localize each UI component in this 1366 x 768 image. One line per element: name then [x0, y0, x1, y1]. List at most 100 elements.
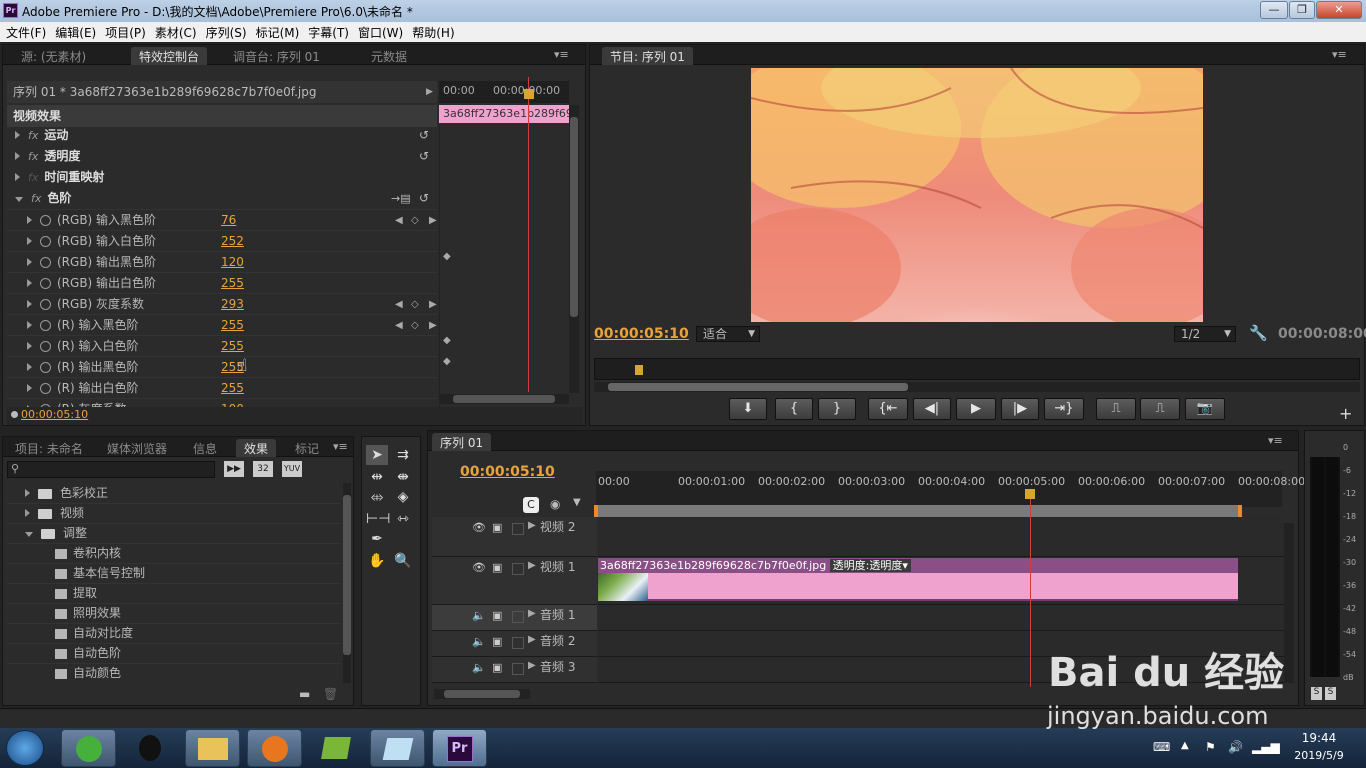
effect-param-row[interactable]: (R) 灰度系数100 [7, 398, 437, 407]
param-value[interactable]: 100 [221, 399, 244, 407]
ec-timeline-ruler[interactable]: 00:00 00:00:00:00 [439, 81, 569, 103]
zoom-tool-icon[interactable]: 🔍 [392, 551, 414, 571]
tray-network-icon[interactable]: ▂▄▆ [1252, 740, 1280, 754]
32bit-filter-button[interactable]: 32 [253, 461, 273, 477]
eye-icon[interactable]: 👁 [472, 521, 486, 534]
stopwatch-icon[interactable] [40, 236, 51, 247]
effects-search-input[interactable]: ⚲ [7, 461, 215, 478]
tray-date[interactable]: 2019/5/9 [1284, 749, 1354, 762]
reset-icon[interactable]: ↺ [419, 146, 429, 167]
fit-dropdown[interactable]: 适合 ▼ [696, 326, 760, 342]
program-timecode[interactable]: 00:00:05:10 [594, 326, 689, 342]
export-frame-button[interactable]: 📷 [1185, 398, 1225, 420]
accelerated-effects-icon[interactable]: ▶▶ [224, 461, 244, 477]
ec-scrollbar[interactable] [569, 105, 579, 393]
tab-info[interactable]: 信息 [185, 439, 225, 457]
minimize-button[interactable]: — [1260, 1, 1288, 19]
stopwatch-icon[interactable] [40, 215, 51, 226]
effects-folder[interactable]: 调整 [7, 523, 341, 544]
stopwatch-icon[interactable] [40, 341, 51, 352]
track-expand-icon[interactable]: ▶ [528, 560, 536, 571]
ec-playhead-handle[interactable] [524, 89, 534, 99]
stopwatch-icon[interactable] [40, 320, 51, 331]
track-toggle[interactable] [512, 523, 524, 535]
snap-icon[interactable]: C [523, 497, 539, 513]
effect-opacity[interactable]: fx 透明度 ↺ [7, 146, 437, 167]
taskbar-app-icon[interactable] [370, 729, 425, 767]
track-select-tool-icon[interactable]: ⇉ [392, 445, 414, 465]
slide-tool-icon[interactable]: ⇿ [392, 509, 414, 529]
step-forward-button[interactable]: |▶ [1001, 398, 1039, 420]
panel-menu-icon[interactable]: ▾≡ [1332, 48, 1347, 61]
track-lock-icon[interactable]: ▣ [492, 635, 502, 648]
timeline-h-scrollbar[interactable] [434, 689, 530, 699]
work-area-start-handle[interactable] [594, 505, 598, 517]
menu-help[interactable]: 帮助(H) [406, 22, 454, 41]
ec-clip-bar[interactable]: 3a68ff27363e1b289f6962 [439, 105, 569, 123]
video1-clip-header[interactable]: 3a68ff27363e1b289f69628c7b7f0e0f.jpg 透明度… [598, 558, 1238, 573]
razor-tool-icon[interactable]: ◈ [392, 487, 414, 507]
track-toggle[interactable] [512, 563, 524, 575]
hand-tool-icon[interactable]: ✋ [366, 551, 388, 571]
taskbar-folder-icon[interactable] [185, 729, 240, 767]
tab-program[interactable]: 节目: 序列 01 [602, 47, 693, 65]
go-to-in-button[interactable]: {⇤ [868, 398, 908, 420]
tray-clock[interactable]: 19:44 [1296, 731, 1342, 745]
mark-in-button[interactable]: { [775, 398, 813, 420]
rolling-edit-tool-icon[interactable]: ⇼ [392, 467, 414, 487]
param-value[interactable]: 293 [221, 294, 244, 315]
menu-project[interactable]: 项目(P) [99, 22, 146, 41]
settings-dialog-icon[interactable]: →▤ [391, 188, 411, 209]
yuv-filter-button[interactable]: YUV [282, 461, 302, 477]
track-expand-icon[interactable]: ▶ [528, 660, 536, 671]
panel-menu-icon[interactable]: ▾≡ [333, 440, 348, 453]
speaker-icon[interactable]: 🔈 [472, 609, 486, 622]
program-time-ruler[interactable] [594, 358, 1360, 380]
effects-item[interactable]: 自动色阶 [7, 643, 341, 664]
effect-motion[interactable]: fx 运动 ↺ [7, 125, 437, 146]
tab-audio-mixer[interactable]: 调音台: 序列 01 [225, 47, 328, 65]
track-lock-icon[interactable]: ▣ [492, 609, 502, 622]
tray-expand-icon[interactable]: ▲ [1181, 740, 1189, 751]
program-zoom-bar[interactable] [594, 382, 1360, 392]
ec-h-scrollbar[interactable] [439, 394, 569, 404]
menu-marker[interactable]: 标记(M) [250, 22, 300, 41]
selection-tool-icon[interactable]: ➤ [366, 445, 388, 465]
panel-menu-icon[interactable]: ▾≡ [554, 48, 569, 61]
wrench-icon[interactable]: 🔧 [1249, 324, 1268, 342]
next-keyframe-icon[interactable]: ▶ [429, 294, 437, 315]
taskbar-360-icon[interactable] [61, 729, 116, 767]
taskbar-premiere-icon[interactable]: Pr [432, 729, 487, 767]
effects-item[interactable]: 照明效果 [7, 603, 341, 624]
speaker-icon[interactable]: 🔈 [472, 635, 486, 648]
param-value[interactable]: 255 [221, 378, 244, 399]
extract-button[interactable]: ⎍ [1140, 398, 1180, 420]
close-button[interactable]: ✕ [1316, 1, 1362, 19]
solo-right-button[interactable]: S [1325, 687, 1336, 700]
resolution-dropdown[interactable]: 1/2 ▼ [1174, 326, 1236, 342]
effect-levels[interactable]: fx 色阶 →▤ ↺ [7, 188, 437, 209]
keyframe-icon[interactable]: ◆ [443, 356, 451, 367]
tab-source[interactable]: 源: (无素材) [13, 47, 94, 65]
add-keyframe-icon[interactable]: ◇ [411, 315, 419, 336]
menu-clip[interactable]: 素材(C) [149, 22, 197, 41]
stopwatch-icon[interactable] [40, 257, 51, 268]
prev-keyframe-icon[interactable]: ◀ [395, 210, 403, 231]
timeline-playhead[interactable] [1030, 491, 1031, 687]
param-value[interactable]: 255 [221, 315, 244, 336]
stopwatch-icon[interactable] [40, 299, 51, 310]
add-keyframe-icon[interactable]: ◇ [411, 294, 419, 315]
track-header[interactable]: 👁 ▣ ▶ 视频 2 [432, 517, 597, 557]
track-lane[interactable] [598, 605, 1284, 631]
effect-param-row[interactable]: (R) 输出黑色阶 255 [7, 356, 437, 377]
track-expand-icon[interactable]: ▶ [528, 608, 536, 619]
track-header[interactable]: 🔈 ▣ ▶ 音频 2 [432, 631, 597, 657]
effects-folder[interactable]: 色彩校正 [7, 483, 341, 504]
tab-metadata[interactable]: 元数据 [363, 47, 415, 65]
effect-time-remap[interactable]: fx 时间重映射 [7, 167, 437, 188]
show-timeline-icon[interactable]: ▶ [426, 87, 433, 97]
track-header[interactable]: 👁 ▣ ▶ 视频 1 [432, 557, 597, 605]
effect-param-row[interactable]: (RGB) 输出白色阶 255 [7, 272, 437, 293]
effect-param-row[interactable]: (RGB) 输出黑色阶 120 [7, 251, 437, 272]
clip-fx-dropdown[interactable]: 透明度:透明度▾ [829, 559, 911, 572]
